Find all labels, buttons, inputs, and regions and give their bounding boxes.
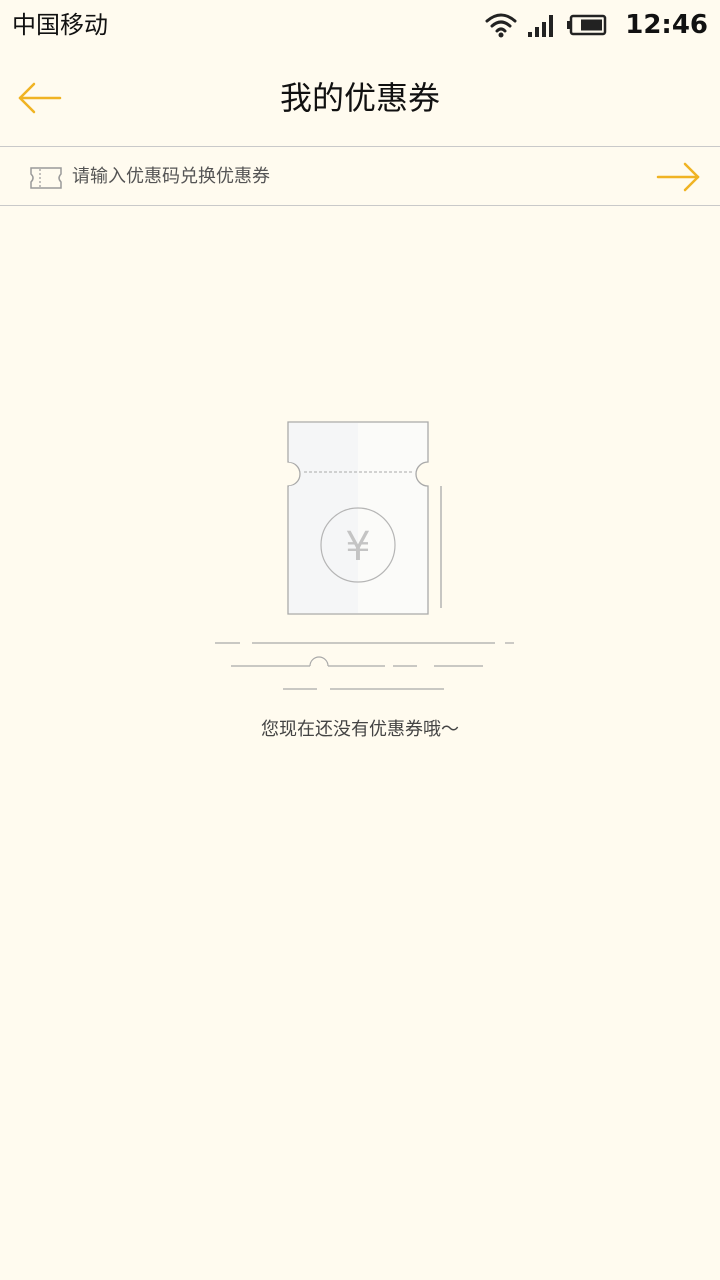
arrow-right-icon [656,162,700,192]
ticket-icon [30,167,62,189]
status-bar: 中国移动 12:46 [0,0,720,50]
yen-symbol: ¥ [345,524,370,570]
wifi-icon [485,13,517,38]
status-icons: 12:46 [485,10,708,40]
signal-icon [528,15,554,37]
page-title: 我的优惠券 [279,79,440,117]
redeem-code-row [0,146,720,206]
empty-state-message: 您现在还没有优惠券哦～ [261,719,459,740]
nav-header: 我的优惠券 [0,50,720,146]
carrier-name: 中国移动 [12,11,108,39]
coupon-yen-icon: ¥ [215,421,514,690]
battery-icon [567,14,607,36]
status-time: 12:46 [625,10,708,40]
coupon-code-input[interactable] [72,161,632,191]
redeem-submit-button[interactable] [656,159,704,195]
